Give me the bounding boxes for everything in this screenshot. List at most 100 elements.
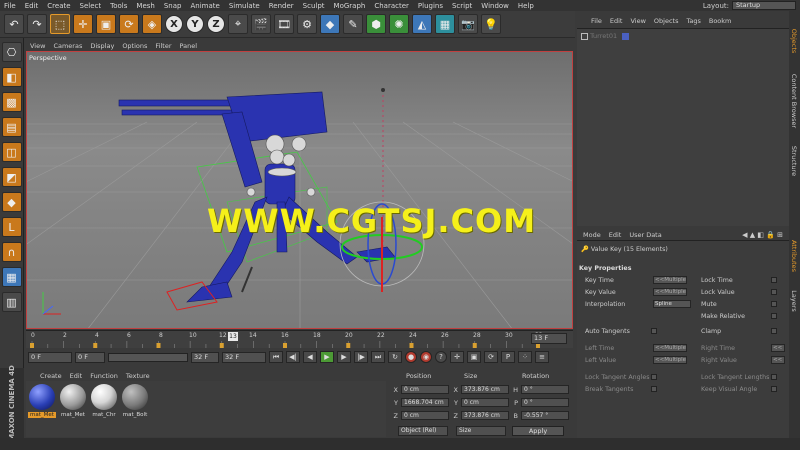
menu-snap[interactable]: Snap (164, 2, 182, 10)
right-time-field[interactable]: << (771, 344, 785, 352)
menu-create[interactable]: Create (47, 2, 70, 10)
previous-frame-icon[interactable]: ◀ (303, 351, 317, 363)
material-item[interactable]: mat_Chr (90, 384, 118, 434)
object-menu-bookmarks[interactable]: Bookm (709, 17, 732, 25)
floor-icon[interactable]: ▦ (435, 14, 455, 34)
make-relative-checkbox[interactable] (771, 313, 777, 319)
menu-animate[interactable]: Animate (190, 2, 219, 10)
viewport-menu-panel[interactable]: Panel (180, 42, 198, 50)
cube-icon[interactable]: ◆ (320, 14, 340, 34)
menu-render[interactable]: Render (269, 2, 294, 10)
live-selection-icon[interactable]: ⬚ (50, 14, 70, 34)
end-frame-field[interactable]: 32 F (222, 351, 266, 363)
render-view-icon[interactable]: 🎬 (251, 14, 271, 34)
range-start-field[interactable]: 0 F (75, 351, 105, 363)
move-icon[interactable]: ✛ (73, 14, 93, 34)
menu-window[interactable]: Window (481, 2, 509, 10)
viewport-menu-view[interactable]: View (30, 42, 45, 50)
menu-mesh[interactable]: Mesh (136, 2, 154, 10)
points-mode-icon[interactable]: ◫ (1, 142, 22, 162)
keep-visual-angle-checkbox[interactable] (771, 386, 777, 392)
left-value-field[interactable]: <<Multiple (653, 356, 687, 364)
lock-tangent-lengths-checkbox[interactable] (771, 374, 777, 380)
position-z-field[interactable]: 0 cm (401, 411, 449, 420)
interpolation-select[interactable]: Spline (653, 300, 691, 308)
attr-nav-icons[interactable]: ◀ ▲ ◧ 🔒 ⊞ (742, 231, 783, 239)
rotation-b-field[interactable]: -0.557 ° (521, 411, 569, 420)
go-to-end-icon[interactable]: ⏭ (371, 351, 385, 363)
rotate-icon[interactable]: ⟳ (119, 14, 139, 34)
rotation-track-icon[interactable]: ⟳ (484, 351, 498, 363)
play-icon[interactable]: ▶ (320, 351, 334, 363)
model-mode-icon[interactable]: ◧ (1, 67, 22, 87)
viewport-menu-options[interactable]: Options (122, 42, 147, 50)
material-menu-function[interactable]: Function (90, 372, 118, 380)
preview-range-slider[interactable] (108, 352, 188, 362)
clamp-checkbox[interactable] (771, 328, 777, 334)
render-picture-viewer-icon[interactable]: 🎞 (274, 14, 294, 34)
size-x-field[interactable]: 373.876 cm (461, 385, 509, 394)
start-frame-field[interactable]: 0 F (28, 351, 72, 363)
current-frame-field[interactable]: 13 F (531, 333, 567, 344)
keyframe-selection-icon[interactable]: ? (435, 351, 447, 363)
y-axis-button[interactable]: Y (186, 15, 204, 33)
material-item[interactable]: mat_Bolt (121, 384, 149, 434)
auto-tangents-checkbox[interactable] (651, 328, 657, 334)
attr-menu-edit[interactable]: Edit (609, 231, 622, 239)
array-icon[interactable]: ✺ (389, 14, 409, 34)
scale-track-icon[interactable]: ▣ (467, 351, 481, 363)
attr-menu-user-data[interactable]: User Data (629, 231, 661, 239)
previous-key-icon[interactable]: ◀| (286, 351, 300, 363)
apply-button[interactable]: Apply (512, 426, 564, 436)
render-settings-icon[interactable]: ⚙ (297, 14, 317, 34)
right-value-field[interactable]: << (771, 356, 785, 364)
size-z-field[interactable]: 373.876 cm (461, 411, 509, 420)
x-axis-button[interactable]: X (165, 15, 183, 33)
size-mode-select[interactable]: Size (456, 426, 506, 436)
menu-character[interactable]: Character (374, 2, 409, 10)
parameter-track-icon[interactable]: P (501, 351, 515, 363)
z-axis-button[interactable]: Z (207, 15, 225, 33)
menu-tools[interactable]: Tools (110, 2, 127, 10)
subdivision-icon[interactable]: ⬢ (366, 14, 386, 34)
coordinate-mode-select[interactable]: Object (Rel) (398, 426, 448, 436)
current-frame-marker[interactable]: 13 (228, 332, 238, 341)
tab-objects[interactable]: Objects (790, 29, 798, 54)
attr-menu-mode[interactable]: Mode (583, 231, 601, 239)
menu-select[interactable]: Select (80, 2, 102, 10)
snap-icon[interactable]: ∩ (1, 242, 22, 262)
edges-mode-icon[interactable]: ◩ (1, 167, 22, 187)
menu-script[interactable]: Script (452, 2, 472, 10)
viewport-menu-filter[interactable]: Filter (155, 42, 171, 50)
rotation-p-field[interactable]: 0 ° (521, 398, 569, 407)
polygons-mode-icon[interactable]: ◆ (1, 192, 22, 212)
axis-mode-icon[interactable]: L (1, 217, 22, 237)
lock-time-checkbox[interactable] (771, 277, 777, 283)
camera-icon[interactable]: 📷 (458, 14, 478, 34)
menu-file[interactable]: File (4, 2, 16, 10)
make-editable-icon[interactable]: ⎔ (1, 42, 22, 62)
object-menu-file[interactable]: File (591, 17, 602, 25)
key-time-field[interactable]: <<Multiple (653, 276, 687, 284)
menu-mograph[interactable]: MoGraph (334, 2, 366, 10)
material-item[interactable]: mat_Met (59, 384, 87, 434)
locked-workplane-icon[interactable]: ▥ (1, 292, 22, 312)
go-to-start-icon[interactable]: ⏮ (269, 351, 283, 363)
recent-tools-icon[interactable]: ◈ (142, 14, 162, 34)
material-menu-create[interactable]: Create (40, 372, 62, 380)
redo-icon[interactable]: ↷ (27, 14, 47, 34)
lock-tangent-angles-checkbox[interactable] (651, 374, 657, 380)
timeline-ruler[interactable]: 0 2 4 6 8 10 12 14 16 18 20 22 24 26 28 … (26, 330, 573, 348)
record-icon[interactable]: ● (405, 351, 417, 363)
position-y-field[interactable]: 1668.704 cm (401, 398, 449, 407)
left-time-field[interactable]: <<Multiple (653, 344, 687, 352)
lock-value-checkbox[interactable] (771, 289, 777, 295)
object-menu-objects[interactable]: Objects (654, 17, 679, 25)
menu-help[interactable]: Help (518, 2, 534, 10)
coordinate-system-icon[interactable]: ⌖ (228, 14, 248, 34)
menu-sculpt[interactable]: Sculpt (303, 2, 325, 10)
material-menu-edit[interactable]: Edit (70, 372, 83, 380)
menu-edit[interactable]: Edit (25, 2, 39, 10)
undo-icon[interactable]: ↶ (4, 14, 24, 34)
material-menu-texture[interactable]: Texture (126, 372, 150, 380)
